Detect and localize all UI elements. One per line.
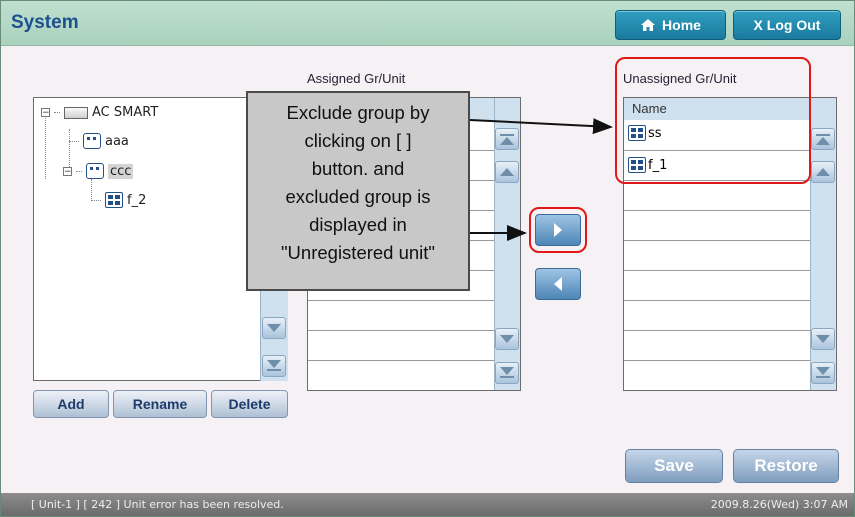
callout-arrows <box>469 118 613 241</box>
status-bar: [ Unit-1 ] [ 242 ] Unit error has been r… <box>1 493 854 516</box>
save-button[interactable]: Save <box>625 449 723 483</box>
restore-button[interactable]: Restore <box>733 449 839 483</box>
status-message: [ Unit-1 ] [ 242 ] Unit error has been r… <box>31 498 284 511</box>
system-window: System Home X Log Out − AC SMART aaa − c… <box>0 0 855 517</box>
status-datetime: 2009.8.26(Wed) 3:07 AM <box>710 498 848 511</box>
